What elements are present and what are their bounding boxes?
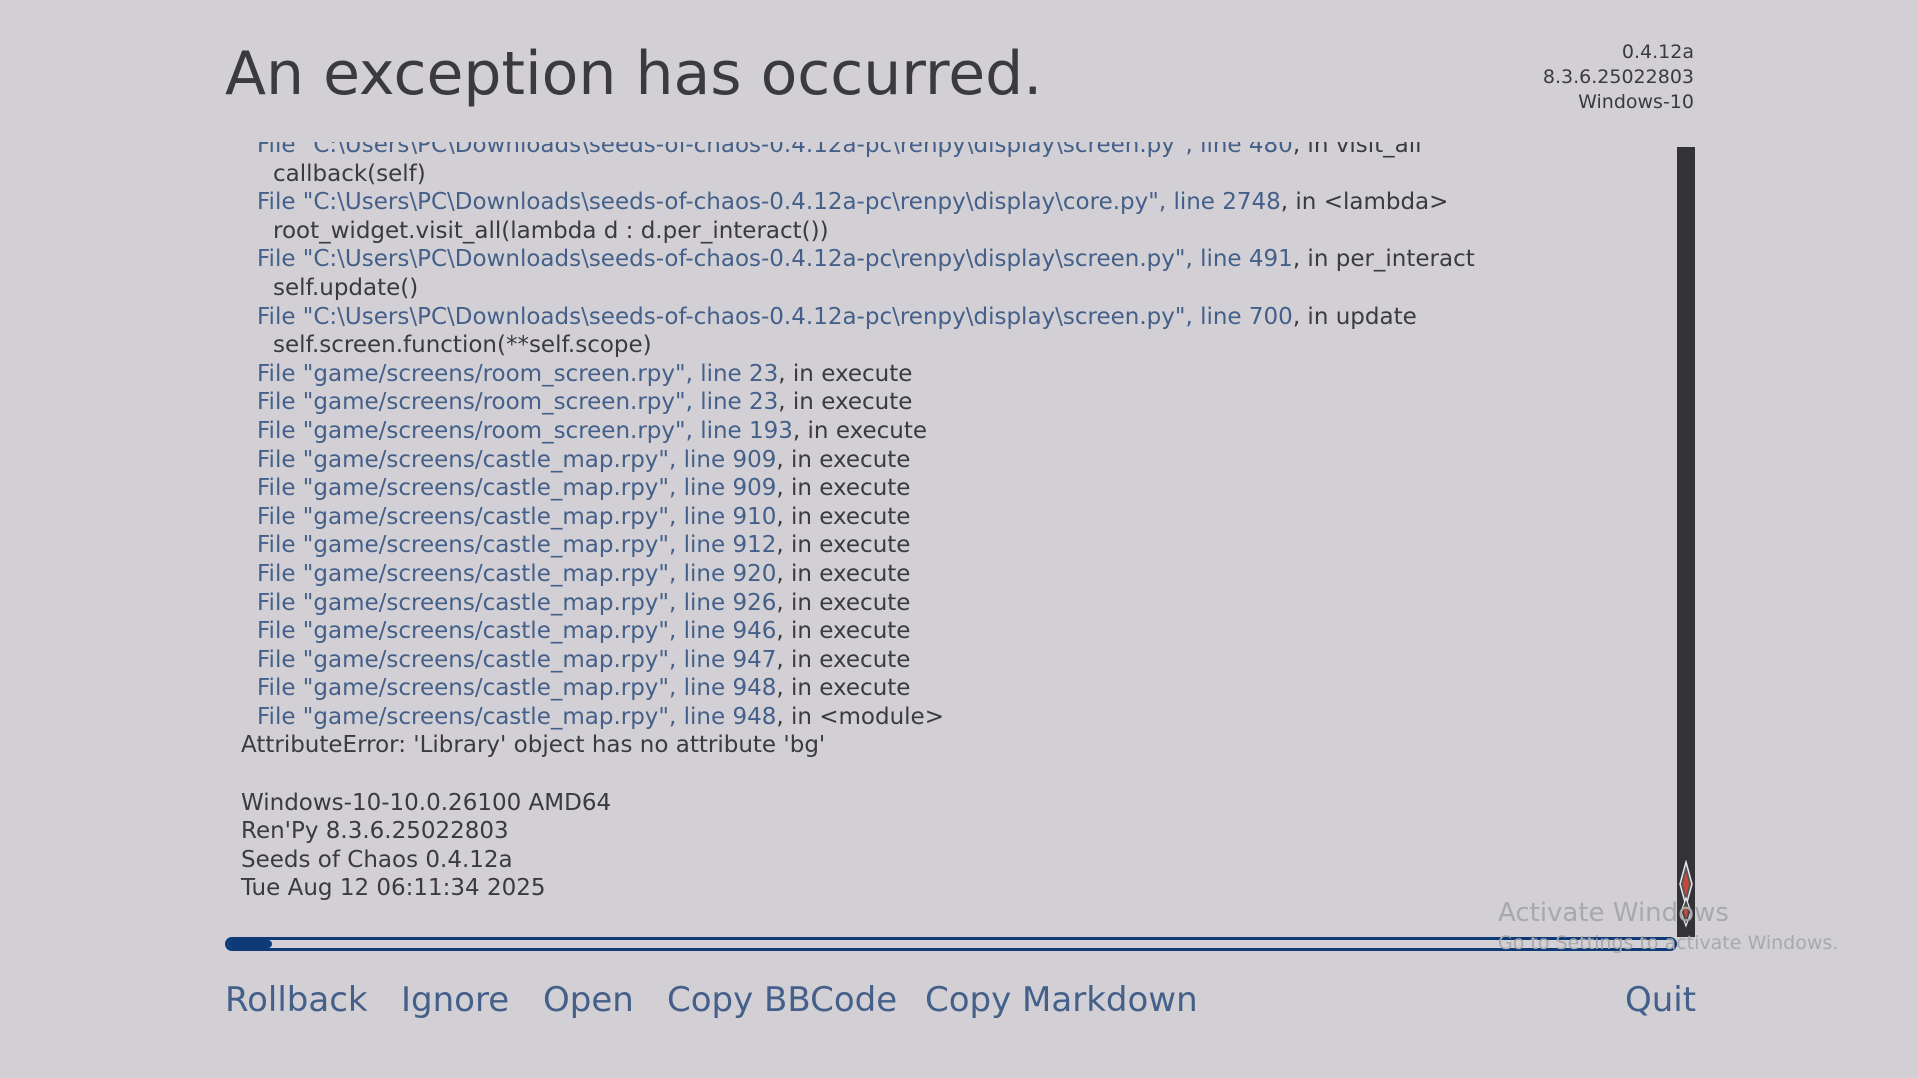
traceback-function: , in visit_all: [1292, 142, 1422, 158]
traceback-list: File "C:\Users\PC\Downloads\seeds-of-cha…: [225, 142, 1475, 903]
traceback-file-line: File "game/screens/castle_map.rpy", line…: [225, 560, 1475, 589]
traceback-file-link[interactable]: File "C:\Users\PC\Downloads\seeds-of-cha…: [257, 142, 1293, 158]
traceback-function: , in per_interact: [1292, 246, 1475, 273]
traceback-file-line: File "game/screens/castle_map.rpy", line…: [225, 503, 1475, 532]
traceback-code-line: root_widget.visit_all(lambda d : d.per_i…: [273, 217, 829, 244]
game-version: 0.4.12a: [1621, 41, 1694, 63]
traceback-function: , in execute: [776, 560, 911, 587]
watermark-title: Activate Windows: [1498, 898, 1729, 928]
traceback-file-line: File "game/screens/room_screen.rpy", lin…: [225, 360, 1475, 389]
horizontal-scrollbar[interactable]: [225, 937, 1677, 951]
traceback-file-line: File "game/screens/castle_map.rpy", line…: [225, 674, 1475, 703]
traceback-file-link[interactable]: File "game/screens/room_screen.rpy", lin…: [257, 361, 778, 387]
traceback-file-line: File "game/screens/room_screen.rpy", lin…: [225, 388, 1475, 417]
traceback-file-link[interactable]: File "game/screens/castle_map.rpy", line…: [257, 704, 776, 730]
rollback-button[interactable]: Rollback: [225, 975, 368, 1025]
traceback-file-link[interactable]: File "game/screens/castle_map.rpy", line…: [257, 504, 776, 530]
traceback-code-line: callback(self): [273, 160, 426, 187]
traceback-file-link[interactable]: File "game/screens/castle_map.rpy", line…: [257, 561, 776, 587]
page-title: An exception has occurred.: [225, 39, 1043, 109]
traceback-function: , in execute: [776, 446, 911, 473]
traceback-file-link[interactable]: File "C:\Users\PC\Downloads\seeds-of-cha…: [257, 246, 1293, 272]
traceback-file-link[interactable]: File "game/screens/castle_map.rpy", line…: [257, 675, 776, 701]
renpy-version: 8.3.6.25022803: [1542, 66, 1694, 88]
version-info: 0.4.12a 8.3.6.25022803 Windows-10: [1543, 40, 1694, 115]
traceback-function: , in <module>: [776, 703, 944, 730]
traceback-viewport[interactable]: File "C:\Users\PC\Downloads\seeds-of-cha…: [225, 142, 1670, 915]
traceback-file-line: File "game/screens/castle_map.rpy", line…: [225, 617, 1475, 646]
traceback-file-link[interactable]: File "game/screens/room_screen.rpy", lin…: [257, 389, 778, 415]
traceback-info-line: Tue Aug 12 06:11:34 2025: [241, 875, 546, 902]
copy-markdown-button[interactable]: Copy Markdown: [925, 975, 1198, 1025]
traceback-function: , in execute: [776, 618, 911, 645]
copy-bbcode-button[interactable]: Copy BBCode: [667, 975, 897, 1025]
open-button[interactable]: Open: [543, 975, 634, 1025]
traceback-file-link[interactable]: File "C:\Users\PC\Downloads\seeds-of-cha…: [257, 189, 1281, 215]
traceback-file-link[interactable]: File "game/screens/castle_map.rpy", line…: [257, 475, 776, 501]
ignore-button[interactable]: Ignore: [401, 975, 509, 1025]
horizontal-scrollbar-thumb[interactable]: [228, 940, 272, 948]
quit-button[interactable]: Quit: [1625, 975, 1696, 1025]
traceback-code-line: self.screen.function(**self.scope): [273, 332, 652, 359]
traceback-function: , in execute: [776, 646, 911, 673]
traceback-file-line: File "game/screens/castle_map.rpy", line…: [225, 474, 1475, 503]
traceback-file-line: File "game/screens/room_screen.rpy", lin…: [225, 417, 1475, 446]
traceback-function: , in execute: [776, 675, 911, 702]
traceback-info-line: Windows-10-10.0.26100 AMD64: [241, 789, 612, 816]
traceback-file-line: File "C:\Users\PC\Downloads\seeds-of-cha…: [225, 188, 1475, 217]
traceback-blank-line: [225, 760, 1475, 789]
traceback-function: , in execute: [776, 532, 911, 559]
traceback-function: , in update: [1292, 303, 1417, 330]
traceback-function: , in execute: [778, 389, 913, 416]
traceback-file-line: File "game/screens/castle_map.rpy", line…: [225, 446, 1475, 475]
traceback-file-line: File "C:\Users\PC\Downloads\seeds-of-cha…: [225, 142, 1475, 160]
traceback-code-line: self.update(): [273, 274, 419, 301]
traceback-info-line: Ren'Py 8.3.6.25022803: [241, 818, 509, 845]
traceback-function: , in execute: [776, 503, 911, 530]
traceback-file-link[interactable]: File "game/screens/room_screen.rpy", lin…: [257, 418, 793, 444]
traceback-file-link[interactable]: File "game/screens/castle_map.rpy", line…: [257, 532, 776, 558]
traceback-info-line: AttributeError: 'Library' object has no …: [241, 732, 826, 759]
traceback-file-line: File "game/screens/castle_map.rpy", line…: [225, 531, 1475, 560]
traceback-file-link[interactable]: File "C:\Users\PC\Downloads\seeds-of-cha…: [257, 304, 1293, 330]
traceback-file-link[interactable]: File "game/screens/castle_map.rpy", line…: [257, 590, 776, 616]
traceback-info-line: Seeds of Chaos 0.4.12a: [241, 846, 513, 873]
traceback-file-link[interactable]: File "game/screens/castle_map.rpy", line…: [257, 618, 776, 644]
traceback-function: , in <lambda>: [1280, 189, 1449, 216]
traceback-file-line: File "game/screens/castle_map.rpy", line…: [225, 703, 1475, 732]
watermark-subtitle: Go to Settings to activate Windows.: [1498, 932, 1839, 954]
traceback-file-line: File "game/screens/castle_map.rpy", line…: [225, 589, 1475, 618]
traceback-function: , in execute: [776, 589, 911, 616]
exception-screen: An exception has occurred. 0.4.12a 8.3.6…: [0, 0, 1918, 1078]
traceback-function: , in execute: [792, 417, 928, 444]
vertical-scrollbar[interactable]: [1677, 147, 1695, 937]
traceback-file-link[interactable]: File "game/screens/castle_map.rpy", line…: [257, 647, 776, 673]
traceback-function: , in execute: [776, 475, 911, 502]
traceback-file-line: File "C:\Users\PC\Downloads\seeds-of-cha…: [225, 303, 1475, 332]
activate-windows-watermark: Activate Windows Go to Settings to activ…: [1498, 896, 1838, 956]
traceback-file-link[interactable]: File "game/screens/castle_map.rpy", line…: [257, 447, 776, 473]
os-version: Windows-10: [1578, 91, 1694, 113]
traceback-file-line: File "C:\Users\PC\Downloads\seeds-of-cha…: [225, 245, 1475, 274]
traceback-file-line: File "game/screens/castle_map.rpy", line…: [225, 646, 1475, 675]
traceback-function: , in execute: [778, 360, 913, 387]
